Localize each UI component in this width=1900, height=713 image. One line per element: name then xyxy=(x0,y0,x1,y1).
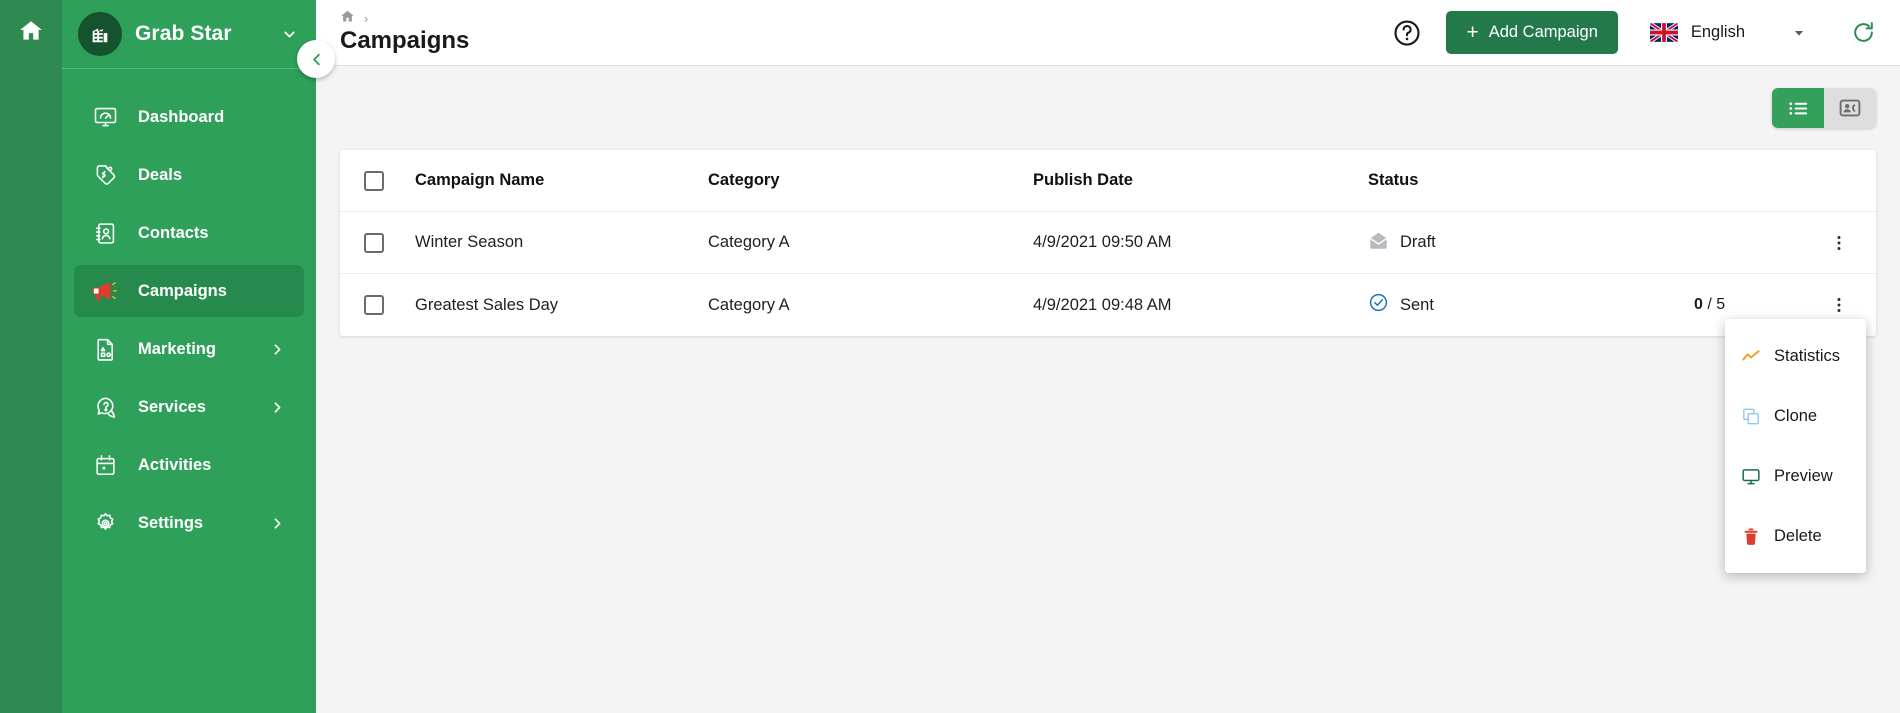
sidebar-item-deals[interactable]: Deals xyxy=(74,149,304,201)
uk-flag-icon xyxy=(1649,23,1678,42)
menu-item-clone[interactable]: Clone xyxy=(1725,386,1866,446)
top-bar: › Campaigns + Add Campaign English xyxy=(316,0,1900,66)
language-label: English xyxy=(1690,23,1745,41)
sidebar-item-campaigns[interactable]: Campaigns xyxy=(74,265,304,317)
sidebar-item-dashboard[interactable]: Dashboard xyxy=(74,91,304,143)
add-campaign-button[interactable]: + Add Campaign xyxy=(1446,11,1618,54)
menu-item-label: Delete xyxy=(1774,526,1822,545)
sidebar-item-label: Settings xyxy=(138,513,204,532)
home-icon[interactable] xyxy=(14,14,48,48)
plus-icon: + xyxy=(1466,21,1479,44)
row-campaign-name: Greatest Sales Day xyxy=(415,295,559,314)
sidebar-item-contacts[interactable]: Contacts xyxy=(74,207,304,259)
row-category: Category A xyxy=(708,233,790,251)
sidebar-item-label: Marketing xyxy=(138,339,216,358)
row-count-separator: / xyxy=(1707,296,1712,313)
address-book-icon xyxy=(92,220,118,246)
menu-item-label: Clone xyxy=(1774,406,1818,425)
org-switcher[interactable]: Grab Star xyxy=(62,0,316,68)
column-header-category: Category xyxy=(708,171,780,189)
sidebar-item-label: Contacts xyxy=(138,223,209,242)
sidebar-item-label: Services xyxy=(138,397,206,416)
table-header-row: Campaign Name Category Publish Date Stat… xyxy=(340,150,1876,212)
sidebar-item-label: Deals xyxy=(138,165,183,184)
status-badge: Sent xyxy=(1400,295,1434,314)
select-all-checkbox[interactable] xyxy=(364,170,384,191)
card-view-button[interactable] xyxy=(1824,88,1876,128)
chevron-right-icon[interactable] xyxy=(269,341,286,358)
column-header-publish-date: Publish Date xyxy=(1033,171,1133,189)
row-status: Draft xyxy=(1368,230,1694,256)
row-send-count: 0 / 5 xyxy=(1694,296,1814,314)
sidebar-item-marketing[interactable]: Marketing xyxy=(74,323,304,375)
breadcrumb: › Campaigns xyxy=(340,9,470,55)
megaphone-icon xyxy=(92,278,118,304)
list-view-button[interactable] xyxy=(1772,88,1824,128)
row-campaign-name: Winter Season xyxy=(415,233,524,251)
refresh-button[interactable] xyxy=(1848,18,1878,48)
check-circle-icon xyxy=(1368,292,1389,318)
row-status: Sent xyxy=(1368,292,1694,318)
menu-item-delete[interactable]: Delete xyxy=(1725,506,1866,566)
status-badge: Draft xyxy=(1400,233,1436,251)
breadcrumb-separator: › xyxy=(364,11,369,27)
main-area: › Campaigns + Add Campaign English Campa… xyxy=(316,0,1900,713)
row-context-menu: Statistics Clone Preview Delete xyxy=(1725,319,1866,573)
chevron-down-icon[interactable] xyxy=(281,26,298,43)
table-row[interactable]: Winter Season Category A 4/9/2021 09:50 AM… xyxy=(340,212,1876,274)
sidebar-nav: Dashboard Deals Contacts Campaigns Marketing… xyxy=(62,69,316,555)
row-publish-date: 4/9/2021 09:48 AM xyxy=(1033,295,1172,314)
add-campaign-label: Add Campaign xyxy=(1488,23,1598,41)
app-root: Grab Star Dashboard Deals Contacts Campaign… xyxy=(0,0,1900,713)
sidebar-item-label: Campaigns xyxy=(138,281,227,300)
column-header-status: Status xyxy=(1368,171,1419,189)
help-button[interactable] xyxy=(1390,16,1424,50)
calendar-icon xyxy=(92,452,118,478)
sidebar-item-settings[interactable]: Settings xyxy=(74,497,304,549)
gear-icon xyxy=(92,510,118,536)
menu-item-label: Statistics xyxy=(1774,346,1841,365)
row-publish-date: 4/9/2021 09:50 AM xyxy=(1033,233,1172,251)
dashboard-monitor-icon xyxy=(92,104,118,130)
caret-down-icon[interactable] xyxy=(1792,26,1806,40)
row-checkbox[interactable] xyxy=(364,295,384,315)
home-icon[interactable] xyxy=(340,9,355,29)
row-count-total: 5 xyxy=(1716,296,1726,313)
chevron-right-icon[interactable] xyxy=(269,515,286,532)
left-rail xyxy=(0,0,62,713)
trash-icon xyxy=(1741,526,1761,546)
language-selector[interactable]: English xyxy=(1649,23,1806,42)
table-row[interactable]: Greatest Sales Day Category A 4/9/2021 09:… xyxy=(340,274,1876,336)
sidebar-item-label: Activities xyxy=(138,455,212,474)
content-area: Campaign Name Category Publish Date Stat… xyxy=(316,66,1900,713)
row-menu-button[interactable] xyxy=(1824,290,1854,320)
sidebar-item-services[interactable]: Services xyxy=(74,381,304,433)
menu-item-label: Preview xyxy=(1774,466,1833,485)
view-toggle-group xyxy=(1772,88,1876,128)
campaigns-table: Campaign Name Category Publish Date Stat… xyxy=(340,150,1876,336)
envelope-open-icon xyxy=(1368,230,1389,256)
menu-item-preview[interactable]: Preview xyxy=(1725,446,1866,506)
sidebar: Grab Star Dashboard Deals Contacts Campaign… xyxy=(62,0,335,713)
line-chart-icon xyxy=(1741,346,1761,366)
monitor-icon xyxy=(1741,466,1761,486)
sidebar-item-label: Dashboard xyxy=(138,107,225,126)
building-icon xyxy=(78,12,122,56)
page-title: Campaigns xyxy=(340,26,470,54)
copy-icon xyxy=(1741,406,1761,426)
price-tag-icon xyxy=(92,162,118,188)
row-count-sent: 0 xyxy=(1694,296,1703,313)
question-chat-icon xyxy=(92,394,118,420)
view-toggle xyxy=(340,88,1876,128)
row-checkbox[interactable] xyxy=(364,232,384,253)
sidebar-item-activities[interactable]: Activities xyxy=(74,439,304,491)
row-menu-button[interactable] xyxy=(1824,228,1854,258)
sidebar-collapse-button[interactable] xyxy=(297,40,335,78)
org-name: Grab Star xyxy=(135,22,232,45)
row-category: Category A xyxy=(708,295,790,314)
menu-item-statistics[interactable]: Statistics xyxy=(1725,326,1866,386)
chevron-right-icon[interactable] xyxy=(269,399,286,416)
document-shapes-icon xyxy=(92,336,118,362)
column-header-campaign-name: Campaign Name xyxy=(415,171,545,189)
